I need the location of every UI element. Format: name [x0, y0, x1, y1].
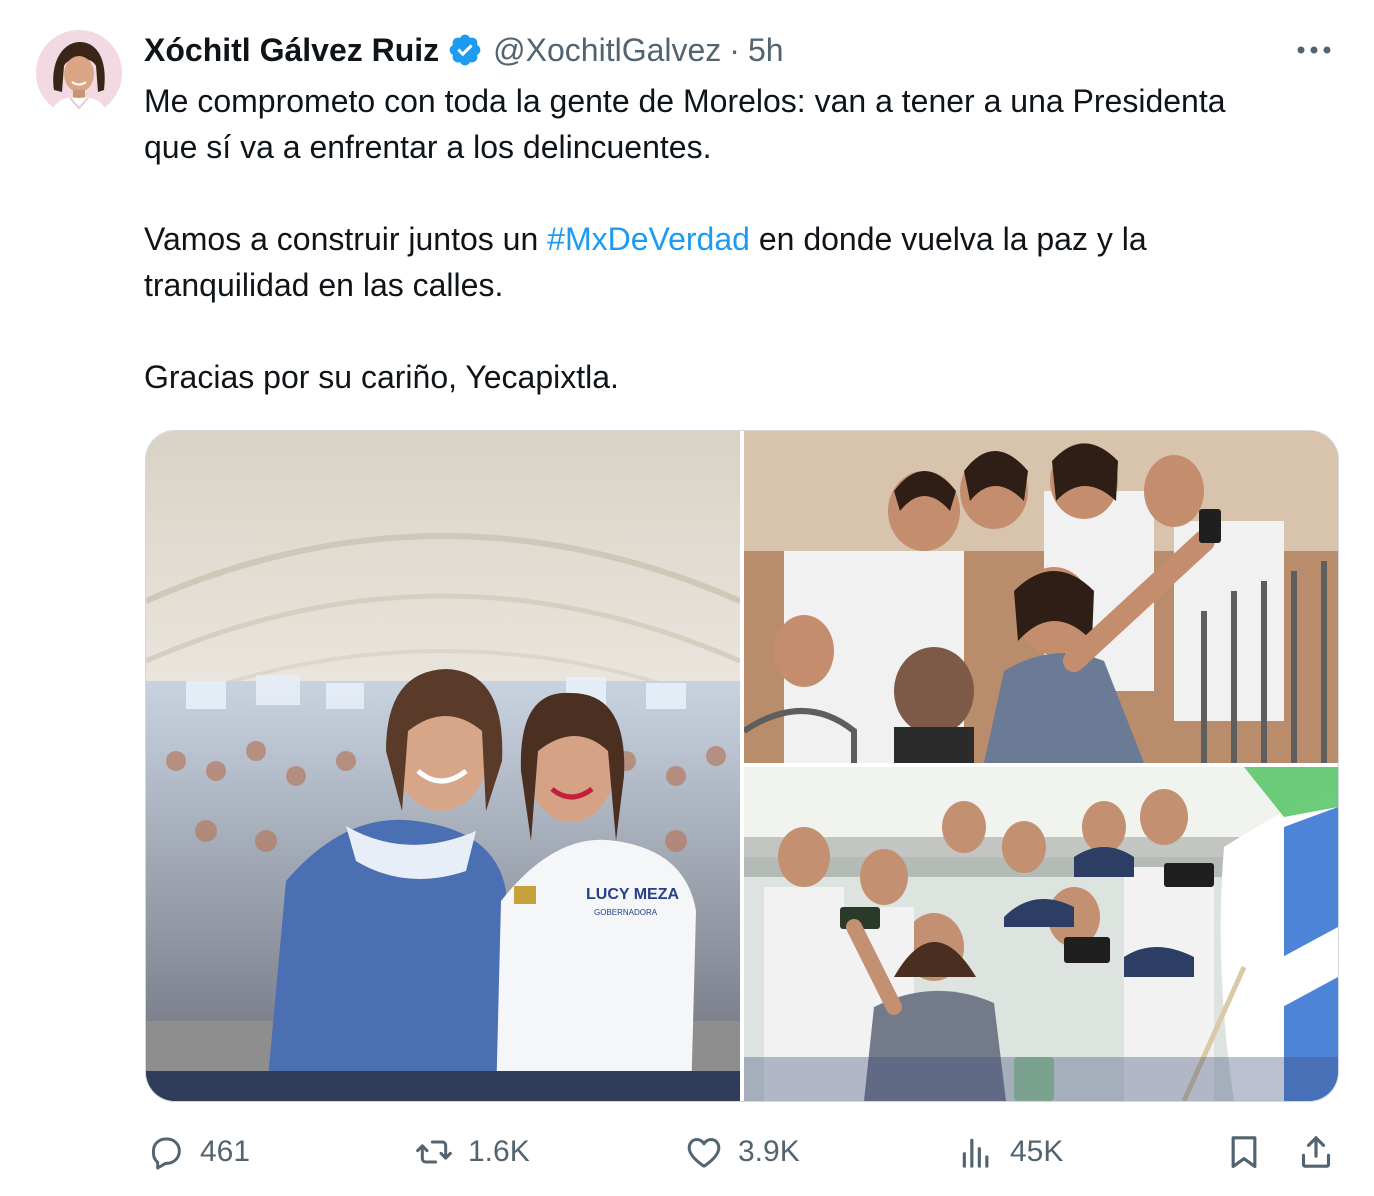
- reply-button[interactable]: 461: [146, 1126, 250, 1178]
- tweet-timestamp[interactable]: 5h: [748, 28, 784, 72]
- like-count: 3.9K: [738, 1135, 800, 1168]
- media-grid: LUCY MEZA GOBERNADORA: [145, 430, 1339, 1102]
- tweet-text-segment: en donde vuelva la paz y la: [749, 221, 1147, 257]
- views-chart-icon: [956, 1132, 996, 1172]
- media-photo-2[interactable]: [744, 431, 1338, 763]
- tweet-line: tranquilidad en las calles.: [144, 267, 504, 303]
- reply-icon: [146, 1132, 186, 1172]
- tweet-card[interactable]: Xóchitl Gálvez Ruiz @XochitlGalvez · 5h …: [0, 0, 1374, 1196]
- tweet-actions: 461 1.6K 3.9K 45K: [144, 1126, 1344, 1178]
- tweet-header: Xóchitl Gálvez Ruiz @XochitlGalvez · 5h: [144, 28, 784, 72]
- share-icon: [1296, 1132, 1336, 1172]
- views-button[interactable]: 45K: [956, 1126, 1063, 1178]
- more-options-button[interactable]: [1294, 38, 1334, 62]
- like-button[interactable]: 3.9K: [684, 1126, 800, 1178]
- author-display-name[interactable]: Xóchitl Gálvez Ruiz: [144, 28, 439, 72]
- heart-icon: [684, 1132, 724, 1172]
- header-separator: ·: [729, 32, 740, 68]
- retweet-button[interactable]: 1.6K: [414, 1126, 530, 1178]
- shirt-subtext: GOBERNADORA: [594, 908, 658, 917]
- author-handle[interactable]: @XochitlGalvez: [493, 28, 721, 72]
- verified-badge-icon[interactable]: [447, 32, 483, 68]
- retweet-count: 1.6K: [468, 1135, 530, 1168]
- views-count: 45K: [1010, 1135, 1064, 1168]
- tweet-line: Gracias por su cariño, Yecapixtla.: [144, 359, 619, 395]
- media-photo-1[interactable]: LUCY MEZA GOBERNADORA: [146, 431, 740, 1101]
- bookmark-icon: [1224, 1132, 1264, 1172]
- reply-count: 461: [200, 1135, 251, 1168]
- more-horizontal-icon: [1297, 46, 1331, 54]
- shirt-text: LUCY MEZA: [586, 886, 679, 903]
- bookmark-button[interactable]: [1224, 1126, 1264, 1178]
- retweet-icon: [414, 1132, 454, 1172]
- tweet-text-segment: Vamos a construir juntos un: [144, 221, 548, 257]
- tweet-line: que sí va a enfrentar a los delincuentes…: [144, 129, 712, 165]
- tweet-line: Me comprometo con toda la gente de Morel…: [144, 83, 1226, 119]
- avatar[interactable]: [36, 30, 122, 116]
- media-photo-3[interactable]: [744, 767, 1338, 1101]
- tweet-text: Me comprometo con toda la gente de Morel…: [144, 78, 1344, 400]
- hashtag-link[interactable]: #MxDeVerdad: [547, 221, 750, 257]
- share-button[interactable]: [1296, 1126, 1336, 1178]
- tweet-line: Vamos a construir juntos un #MxDeVerdad …: [144, 216, 1344, 262]
